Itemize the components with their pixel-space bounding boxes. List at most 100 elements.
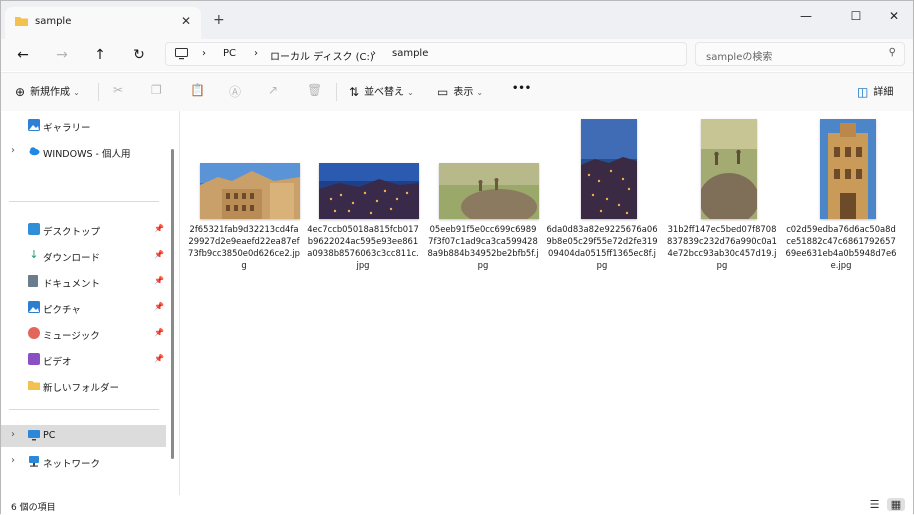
computer-icon	[28, 430, 40, 441]
file-name: 31b2ff147ec5bed07f8708837839c232d76a990c…	[666, 224, 778, 270]
path-separator-icon: ›	[372, 48, 376, 59]
rename-icon[interactable]: Ⓐ	[229, 83, 246, 100]
divider	[9, 409, 159, 410]
view-toggle: ☰ ▦	[866, 498, 905, 511]
copy-icon[interactable]: ❐	[151, 83, 167, 97]
plus-icon: ⊕	[15, 85, 26, 99]
sidebar-label: PC	[43, 430, 56, 441]
chevron-right-icon[interactable]: ›	[11, 145, 15, 156]
pin-icon[interactable]: 📌	[154, 328, 164, 337]
details-button[interactable]: ◫ 詳細	[857, 83, 893, 99]
sidebar-label: 新しいフォルダー	[43, 383, 120, 394]
sidebar-label: ダウンロード	[43, 253, 101, 264]
sidebar-label: ドキュメント	[43, 279, 101, 290]
address-bar[interactable]: › PC › ローカル ディスク (C:) › sample	[165, 42, 687, 66]
chevron-right-icon[interactable]: ›	[11, 455, 15, 466]
image-thumbnail	[200, 163, 300, 219]
chevron-right-icon[interactable]: ›	[11, 429, 15, 440]
network-icon	[29, 456, 39, 467]
search-placeholder: sampleの検索	[706, 52, 773, 63]
navigation-bar: ← → ↑ ↻ › PC › ローカル ディスク (C:) › sample s…	[1, 39, 913, 71]
music-icon	[28, 327, 40, 339]
chevron-down-icon: ⌄	[407, 88, 414, 97]
close-window-button[interactable]: ✕	[877, 5, 911, 27]
image-thumbnail	[319, 163, 419, 219]
share-icon[interactable]: ↗	[268, 83, 283, 97]
file-name: 2f65321fab9d32213cd4fa29927d2e9eaefd22ea…	[188, 224, 300, 270]
chevron-down-icon: ⌄	[73, 88, 80, 97]
file-name: c02d59edba76d6ac50a8dce51882c47c68617926…	[785, 224, 897, 270]
paste-icon[interactable]: 📋	[190, 83, 210, 97]
sidebar-item-network[interactable]: › ネットワーク	[1, 451, 166, 473]
desktop-icon	[28, 223, 40, 235]
computer-icon	[175, 48, 188, 60]
pictures-icon	[28, 301, 40, 313]
chevron-down-icon: ⌄	[476, 88, 484, 97]
sidebar-item-desktop[interactable]: デスクトップ 📌	[1, 219, 166, 241]
sidebar-item-pictures[interactable]: ピクチャ 📌	[1, 297, 166, 319]
pin-icon[interactable]: 📌	[154, 250, 164, 259]
breadcrumb-local-disk[interactable]: ローカル ディスク (C:)	[270, 48, 374, 63]
folder-icon	[28, 381, 40, 390]
delete-icon[interactable]: 🗑	[307, 83, 327, 97]
gallery-icon	[28, 119, 40, 131]
status-bar: 6 個の項目 ☰ ▦	[1, 495, 913, 515]
forward-icon[interactable]: →	[50, 44, 74, 66]
pin-icon[interactable]: 📌	[154, 276, 164, 285]
view-button[interactable]: ▭ 表示 ⌄	[437, 83, 483, 99]
video-icon	[28, 353, 40, 365]
cut-icon[interactable]: ✂	[113, 83, 128, 97]
sidebar-item-downloads[interactable]: ↓ ダウンロード 📌	[1, 245, 166, 267]
item-count: 6 個の項目	[11, 503, 56, 513]
details-pane-icon: ◫	[857, 85, 869, 99]
navigation-pane: ギャラリー › WINDOWS - 個人用 デスクトップ 📌 ↓ ダウンロード …	[1, 111, 179, 495]
document-icon	[28, 275, 38, 287]
pin-icon[interactable]: 📌	[154, 354, 164, 363]
sidebar-label: WINDOWS - 個人用	[43, 149, 131, 160]
image-thumbnail	[439, 163, 539, 219]
sidebar-item-onedrive[interactable]: › WINDOWS - 個人用	[1, 141, 166, 163]
pin-icon[interactable]: 📌	[154, 224, 164, 233]
sidebar-item-new-folder[interactable]: 新しいフォルダー	[1, 375, 166, 397]
sidebar-item-pc[interactable]: › PC	[1, 425, 166, 447]
more-options-button[interactable]: •••	[512, 83, 531, 94]
pin-icon[interactable]: 📌	[154, 302, 164, 311]
back-icon[interactable]: ←	[11, 44, 35, 66]
close-tab-icon[interactable]: ✕	[181, 14, 191, 28]
refresh-icon[interactable]: ↻	[127, 44, 151, 66]
minimize-button[interactable]: —	[789, 5, 823, 27]
sort-button[interactable]: ⇅ 並べ替え ⌄	[349, 83, 414, 99]
title-bar: sample ✕ + — ☐ ✕	[1, 1, 913, 39]
explorer-window: sample ✕ + — ☐ ✕ ← → ↑ ↻ › PC › ローカル ディス…	[0, 0, 914, 515]
sidebar-item-documents[interactable]: ドキュメント 📌	[1, 271, 166, 293]
sidebar-label: ギャラリー	[43, 123, 91, 134]
sidebar-item-videos[interactable]: ビデオ 📌	[1, 349, 166, 371]
details-view-icon[interactable]: ☰	[866, 498, 884, 511]
large-icons-view-icon[interactable]: ▦	[887, 498, 905, 511]
image-thumbnail	[820, 119, 876, 219]
sort-icon: ⇅	[349, 85, 360, 99]
sidebar-label: ピクチャ	[43, 305, 81, 316]
path-separator-icon: ›	[202, 48, 206, 59]
sidebar-scrollbar[interactable]	[171, 149, 174, 459]
image-thumbnail	[581, 119, 637, 219]
breadcrumb-pc[interactable]: PC	[223, 48, 236, 59]
maximize-button[interactable]: ☐	[839, 5, 873, 27]
path-separator-icon: ›	[254, 48, 258, 59]
file-name: 6da0d83a82e9225676a069b8e05c29f55e72d2fe…	[546, 224, 658, 270]
sidebar-label: ミュージック	[43, 331, 100, 342]
tab-sample[interactable]: sample ✕	[5, 7, 201, 39]
sidebar-label: ネットワーク	[43, 459, 101, 470]
breadcrumb-sample[interactable]: sample	[392, 48, 428, 59]
search-input[interactable]: sampleの検索 ⚲	[695, 42, 905, 66]
up-icon[interactable]: ↑	[88, 44, 112, 66]
new-tab-button[interactable]: +	[213, 12, 225, 28]
search-icon: ⚲	[888, 47, 896, 58]
file-name: 4ec7ccb05018a815fcb017b9622024ac595e93ee…	[307, 224, 419, 270]
sidebar-item-gallery[interactable]: ギャラリー	[1, 115, 166, 137]
new-button[interactable]: ⊕ 新規作成 ⌄	[15, 83, 80, 99]
image-thumbnail	[701, 119, 757, 219]
folder-icon	[15, 17, 28, 26]
sidebar-item-music[interactable]: ミュージック 📌	[1, 323, 166, 345]
file-grid: 2f65321fab9d32213cd4fa29927d2e9eaefd22ea…	[180, 111, 913, 495]
